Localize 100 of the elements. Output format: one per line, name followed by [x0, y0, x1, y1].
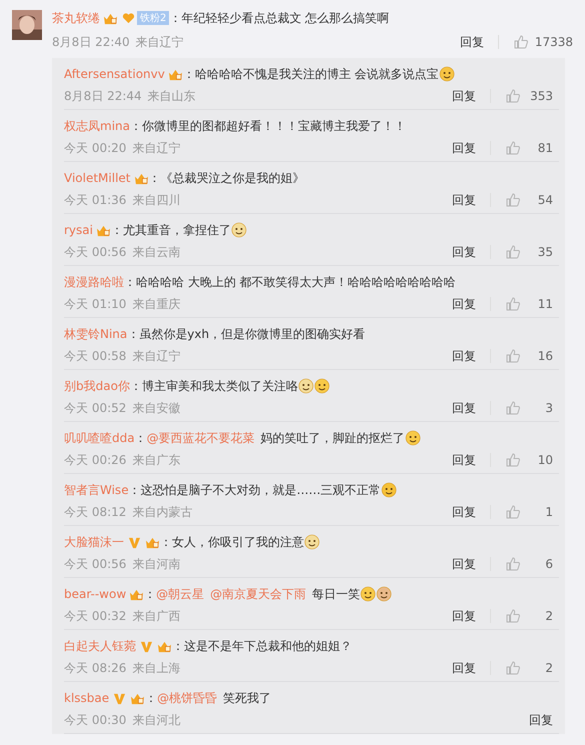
emoji-icon — [360, 586, 376, 602]
colon: ： — [160, 534, 172, 550]
comment-location: 来自广东 — [132, 452, 180, 468]
user-name[interactable]: 茶丸软绻 — [52, 10, 100, 26]
thumbs-up-icon[interactable] — [512, 34, 529, 50]
thumbs-up-icon[interactable] — [505, 660, 521, 676]
comment-location: 来自上海 — [132, 660, 180, 676]
user-name[interactable]: Aftersensationvv — [64, 67, 165, 81]
comment-location: 来自内蒙古 — [132, 504, 192, 520]
colon: ： — [182, 66, 195, 82]
comment-time: 今天 00:56 — [64, 244, 126, 260]
emoji-icon — [314, 378, 330, 394]
user-name[interactable]: klssbae — [64, 691, 110, 705]
reply-link[interactable]: 回复 — [452, 660, 476, 676]
like-count: 11 — [536, 297, 553, 311]
mention-link[interactable]: @朝云星 — [156, 586, 204, 602]
colon: ： — [124, 274, 136, 290]
like-count: 2 — [544, 609, 553, 623]
reply-link[interactable]: 回复 — [529, 712, 553, 728]
thumbs-up-icon[interactable] — [505, 608, 521, 624]
reply-link[interactable]: 回复 — [452, 296, 476, 312]
thumbs-up-icon[interactable] — [505, 244, 521, 260]
user-name[interactable]: 叽叽喳喳dda — [64, 430, 135, 446]
colon: ： — [128, 482, 141, 498]
thumbs-up-icon[interactable] — [505, 452, 521, 468]
like-count: 2 — [544, 661, 553, 675]
colon: ： — [148, 170, 160, 186]
emoji-icon — [380, 482, 397, 498]
comment-time: 今天 00:30 — [64, 712, 126, 728]
thumbs-up-icon[interactable] — [505, 504, 521, 520]
mention-link[interactable]: @桃饼昏昏 — [157, 690, 218, 706]
like-count: 353 — [529, 89, 553, 103]
reply-link[interactable]: 回复 — [452, 556, 476, 572]
thumbs-up-icon[interactable] — [505, 296, 521, 312]
comment-text: 女人，你吸引了我的注意 — [172, 534, 304, 550]
colon: ： — [130, 118, 142, 134]
heart-icon — [121, 12, 136, 24]
thumbs-up-icon[interactable] — [505, 140, 521, 156]
thumbs-up-icon[interactable] — [505, 400, 521, 416]
colon: ： — [130, 378, 142, 394]
like-count: 35 — [536, 245, 553, 259]
colon: ： — [144, 586, 156, 602]
like-count: 54 — [536, 193, 553, 207]
comment-time: 今天 00:26 — [64, 452, 126, 468]
emoji-icon — [230, 222, 247, 238]
mention-link[interactable]: @要西蓝花不要花菜 — [146, 430, 255, 446]
reply-link[interactable]: 回复 — [452, 608, 476, 624]
crown-icon — [129, 588, 144, 600]
comment-location: 来自辽宁 — [136, 34, 184, 50]
reply-link[interactable]: 回复 — [460, 34, 484, 50]
user-name[interactable]: 漫漫路哈啦 — [64, 274, 124, 290]
comment-location: 来自云南 — [132, 244, 180, 260]
comment-time: 8月8日 22:40 — [52, 34, 130, 50]
user-name[interactable]: 权志凤mina — [64, 118, 130, 134]
comment-time: 今天 00:58 — [64, 348, 126, 364]
comment-text: 《总裁哭泣之你是我的姐》 — [160, 170, 304, 186]
like-count: 1 — [544, 505, 553, 519]
reply-link[interactable]: 回复 — [452, 400, 476, 416]
crown-icon — [157, 640, 172, 652]
comment-location: 来自安徽 — [132, 400, 180, 416]
reply-link[interactable]: 回复 — [452, 452, 476, 468]
colon: ： — [172, 638, 184, 654]
emoji-icon — [298, 378, 314, 394]
crown-icon — [96, 224, 111, 236]
comment-time: 今天 00:56 — [64, 556, 126, 572]
comment-time: 今天 00:32 — [64, 608, 126, 624]
user-name[interactable]: VioletMillet — [64, 171, 130, 185]
user-name[interactable]: 别b我dao你 — [64, 378, 130, 394]
user-name[interactable]: bear--wow — [64, 587, 126, 601]
comment-text: 哈哈哈哈 大晚上的 都不敢笑得太大声！哈哈哈哈哈哈哈哈哈 — [136, 274, 456, 290]
comment-time: 今天 08:12 — [64, 504, 126, 520]
reply-link[interactable]: 回复 — [452, 244, 476, 260]
thumbs-up-icon[interactable] — [505, 192, 521, 208]
comment-text: 这恐怕是脑子不大对劲，就是……三观不正常 — [140, 482, 381, 498]
colon: ： — [110, 222, 123, 238]
comment-text: 你微博里的图都超好看！！！宝藏博主我爱了！！ — [142, 118, 406, 134]
comment-text: 尤其重音，拿捏住了 — [122, 222, 231, 238]
user-name[interactable]: 白起夫人钰菀 — [64, 638, 136, 654]
user-name[interactable]: rysai — [64, 223, 93, 237]
crown-icon — [134, 172, 148, 184]
like-count: 17338 — [534, 35, 573, 49]
reply-link[interactable]: 回复 — [452, 348, 476, 364]
reply-link[interactable]: 回复 — [452, 504, 476, 520]
colon: ： — [134, 430, 147, 446]
colon: ： — [169, 10, 182, 26]
comment-time: 今天 00:20 — [64, 140, 126, 156]
mention-link[interactable]: @南京夏天会下雨 — [210, 586, 306, 602]
thumbs-up-icon[interactable] — [505, 556, 521, 572]
reply-link[interactable]: 回复 — [452, 88, 476, 104]
user-name[interactable]: 大脸猫沫一 — [64, 534, 124, 550]
comment-text: 博主审美和我太类似了关注咯 — [142, 378, 298, 394]
thumbs-up-icon[interactable] — [505, 88, 521, 104]
reply-link[interactable]: 回复 — [452, 192, 476, 208]
user-name[interactable]: 智者言Wise — [64, 482, 129, 498]
crown-icon — [168, 68, 183, 80]
user-name[interactable]: 林雯铃Nina — [64, 326, 128, 342]
comment-time: 今天 00:52 — [64, 400, 126, 416]
reply-link[interactable]: 回复 — [452, 140, 476, 156]
thumbs-up-icon[interactable] — [505, 348, 521, 364]
verified-icon — [127, 536, 142, 548]
